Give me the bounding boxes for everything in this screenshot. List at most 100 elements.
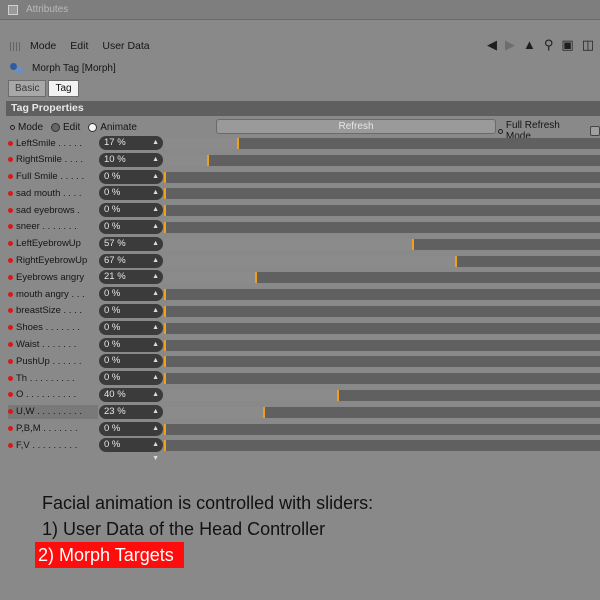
slider-knob[interactable] <box>164 356 166 368</box>
anim-dot-icon[interactable] <box>8 375 13 381</box>
dock-icon[interactable]: ◫ <box>582 38 594 52</box>
anim-dot-icon[interactable] <box>8 241 13 247</box>
menu-user-data[interactable]: User Data <box>102 40 149 52</box>
morph-slider[interactable] <box>164 138 600 149</box>
morph-slider[interactable] <box>164 389 600 401</box>
morph-label-wrap[interactable]: sad mouth . . . . <box>8 186 98 200</box>
morph-label-wrap[interactable]: RightEyebrowUp <box>8 254 98 268</box>
morph-slider[interactable] <box>164 289 600 301</box>
morph-value-field[interactable]: 0 %▲▼ <box>99 287 163 311</box>
tab-basic[interactable]: Basic <box>8 80 47 97</box>
morph-slider[interactable] <box>164 238 600 250</box>
slider-knob[interactable] <box>207 154 209 166</box>
morph-label-wrap[interactable]: sad eyebrows . <box>8 203 98 217</box>
anim-dot-icon[interactable] <box>8 258 13 264</box>
anim-dot-icon[interactable] <box>8 224 13 230</box>
grip-icon[interactable] <box>10 41 20 51</box>
section-tag-properties[interactable]: Tag Properties <box>6 101 600 116</box>
morph-slider[interactable] <box>164 322 600 334</box>
back-arrow-icon[interactable]: ◀ <box>487 38 497 52</box>
full-refresh-anim-dot-icon[interactable] <box>498 128 503 134</box>
morph-slider[interactable] <box>164 221 600 233</box>
anim-dot-icon[interactable] <box>8 325 13 331</box>
morph-value-field[interactable]: 0 %▲▼ <box>99 320 163 345</box>
morph-label-wrap[interactable]: LeftSmile . . . . . <box>8 136 98 150</box>
morph-label-wrap[interactable]: Th . . . . . . . . . <box>8 371 98 385</box>
anim-dot-icon[interactable] <box>8 358 13 364</box>
morph-value-field[interactable]: 0 %▲▼ <box>99 438 163 462</box>
anim-dot-icon[interactable] <box>8 190 13 196</box>
morph-value-field[interactable]: 57 %▲▼ <box>99 236 163 261</box>
slider-knob[interactable] <box>164 188 166 200</box>
morph-value-field[interactable]: 0 %▲▼ <box>99 337 163 362</box>
morph-slider[interactable] <box>164 255 600 267</box>
morph-slider[interactable] <box>164 406 600 418</box>
tab-tag[interactable]: Tag <box>48 80 79 97</box>
morph-label-wrap[interactable]: Full Smile . . . . . <box>8 170 98 184</box>
anim-dot-icon[interactable] <box>8 207 13 213</box>
morph-label-wrap[interactable]: LeftEyebrowUp <box>8 237 98 251</box>
morph-value-field[interactable]: 0 %▲▼ <box>99 421 163 446</box>
morph-value-field[interactable]: 0 %▲▼ <box>99 169 163 194</box>
slider-knob[interactable] <box>255 272 257 284</box>
slider-knob[interactable] <box>164 440 166 452</box>
morph-label-wrap[interactable]: F,V . . . . . . . . . <box>8 438 98 452</box>
morph-label-wrap[interactable]: O . . . . . . . . . . <box>8 388 98 402</box>
slider-knob[interactable] <box>455 255 457 267</box>
morph-value-field[interactable]: 17 %▲▼ <box>99 136 163 160</box>
anim-dot-icon[interactable] <box>8 174 13 180</box>
slider-knob[interactable] <box>164 289 166 301</box>
morph-value-field[interactable]: 0 %▲▼ <box>99 303 163 328</box>
morph-label-wrap[interactable]: PushUp . . . . . . <box>8 354 98 368</box>
slider-knob[interactable] <box>164 339 166 351</box>
morph-value-field[interactable]: 0 %▲▼ <box>99 354 163 378</box>
morph-slider[interactable] <box>164 373 600 385</box>
morph-label-wrap[interactable]: Waist . . . . . . . <box>8 338 98 352</box>
morph-slider[interactable] <box>164 440 600 452</box>
mode-animate-radio[interactable] <box>88 122 98 132</box>
stepper-arrows-icon[interactable]: ▲▼ <box>152 438 159 466</box>
morph-slider[interactable] <box>164 339 600 351</box>
slider-knob[interactable] <box>164 205 166 217</box>
morph-label-wrap[interactable]: RightSmile . . . . <box>8 153 98 167</box>
morph-slider[interactable] <box>164 356 600 368</box>
morph-slider[interactable] <box>164 305 600 317</box>
anim-dot-icon[interactable] <box>8 157 13 163</box>
morph-label-wrap[interactable]: P,B,M . . . . . . . <box>8 422 98 436</box>
menu-mode[interactable]: Mode <box>30 40 56 52</box>
morph-value-field[interactable]: 0 %▲▼ <box>99 186 163 210</box>
morph-slider[interactable] <box>164 171 600 183</box>
forward-arrow-icon[interactable]: ▶ <box>505 38 515 52</box>
slider-knob[interactable] <box>237 138 239 149</box>
morph-slider[interactable] <box>164 205 600 217</box>
slider-knob[interactable] <box>164 305 166 317</box>
mode-edit-radio[interactable] <box>51 122 61 132</box>
morph-value-field[interactable]: 21 %▲▼ <box>99 270 163 294</box>
search-icon[interactable]: ⚲ <box>544 38 554 52</box>
morph-slider[interactable] <box>164 272 600 284</box>
morph-label-wrap[interactable]: Shoes . . . . . . . <box>8 321 98 335</box>
morph-label-wrap[interactable]: Eyebrows angry <box>8 270 98 284</box>
slider-knob[interactable] <box>164 373 166 385</box>
anim-dot-icon[interactable] <box>8 392 13 398</box>
morph-slider[interactable] <box>164 423 600 435</box>
morph-value-field[interactable]: 67 %▲▼ <box>99 253 163 278</box>
slider-knob[interactable] <box>412 238 414 250</box>
anim-dot-icon[interactable] <box>8 342 13 348</box>
anim-dot-icon[interactable] <box>8 291 13 297</box>
morph-value-field[interactable]: 0 %▲▼ <box>99 371 163 395</box>
slider-knob[interactable] <box>164 171 166 183</box>
morph-value-field[interactable]: 23 %▲▼ <box>99 404 163 429</box>
anim-dot-icon[interactable] <box>8 274 13 280</box>
slider-knob[interactable] <box>263 406 265 418</box>
refresh-button[interactable]: Refresh <box>216 119 496 134</box>
anim-dot-icon[interactable] <box>8 308 13 314</box>
morph-value-field[interactable]: 0 %▲▼ <box>99 219 163 244</box>
morph-slider[interactable] <box>164 154 600 166</box>
slider-knob[interactable] <box>164 221 166 233</box>
slider-knob[interactable] <box>164 423 166 435</box>
anim-dot-icon[interactable] <box>8 442 13 448</box>
menu-edit[interactable]: Edit <box>70 40 88 52</box>
window-icon[interactable] <box>8 4 18 15</box>
morph-label-wrap[interactable]: sneer . . . . . . . <box>8 220 98 234</box>
